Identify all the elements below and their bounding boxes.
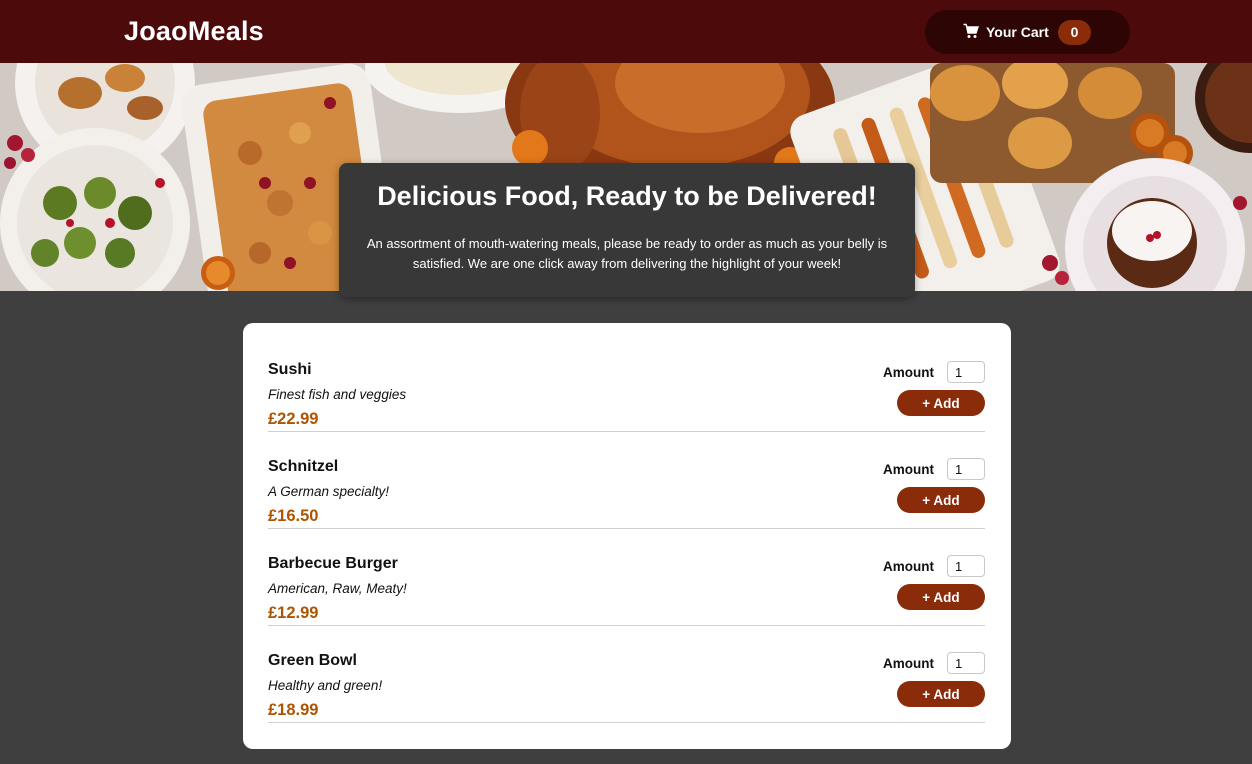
amount-input[interactable] — [947, 361, 985, 383]
amount-input[interactable] — [947, 458, 985, 480]
meal-description: Healthy and green! — [268, 678, 383, 693]
add-to-cart-button[interactable]: + Add — [897, 487, 985, 513]
meal-name: Sushi — [268, 361, 312, 378]
amount-label: Amount — [883, 559, 934, 574]
amount-input[interactable] — [947, 652, 985, 674]
add-to-cart-button[interactable]: + Add — [897, 584, 985, 610]
meal-price: £22.99 — [268, 410, 319, 428]
intro-text: An assortment of mouth-watering meals, p… — [366, 236, 888, 271]
meal-item: Barbecue Burger American, Raw, Meaty! £1… — [268, 529, 985, 626]
amount-label: Amount — [883, 365, 934, 380]
meal-item: Schnitzel A German specialty! £16.50 Amo… — [268, 432, 985, 529]
app-header: JoaoMeals Your Cart 0 — [0, 0, 1252, 63]
logo: JoaoMeals — [124, 16, 264, 46]
meal-description: A German specialty! — [268, 484, 390, 499]
meal-price: £12.99 — [268, 604, 319, 622]
cart-count-badge: 0 — [1058, 20, 1091, 45]
add-to-cart-button[interactable]: + Add — [897, 390, 985, 416]
meal-description: American, Raw, Meaty! — [268, 581, 407, 596]
meal-name: Barbecue Burger — [268, 555, 398, 572]
meal-item: Sushi Finest fish and veggies £22.99 Amo… — [268, 335, 985, 432]
meal-item: Green Bowl Healthy and green! £18.99 Amo… — [268, 626, 985, 723]
cart-icon — [963, 23, 979, 38]
meal-price: £16.50 — [268, 507, 319, 525]
intro-title: Delicious Food, Ready to be Delivered! — [377, 181, 877, 211]
meals-card: Sushi Finest fish and veggies £22.99 Amo… — [243, 323, 1011, 749]
meal-name: Green Bowl — [268, 652, 357, 669]
cart-label: Your Cart — [986, 24, 1049, 40]
meal-description: Finest fish and veggies — [268, 387, 407, 402]
meal-price: £18.99 — [268, 701, 319, 719]
amount-input[interactable] — [947, 555, 985, 577]
cart-button[interactable]: Your Cart 0 — [925, 10, 1130, 54]
amount-label: Amount — [883, 462, 934, 477]
meal-name: Schnitzel — [268, 458, 339, 475]
intro-summary: Delicious Food, Ready to be Delivered! A… — [339, 163, 915, 297]
add-to-cart-button[interactable]: + Add — [897, 681, 985, 707]
amount-label: Amount — [883, 656, 934, 671]
